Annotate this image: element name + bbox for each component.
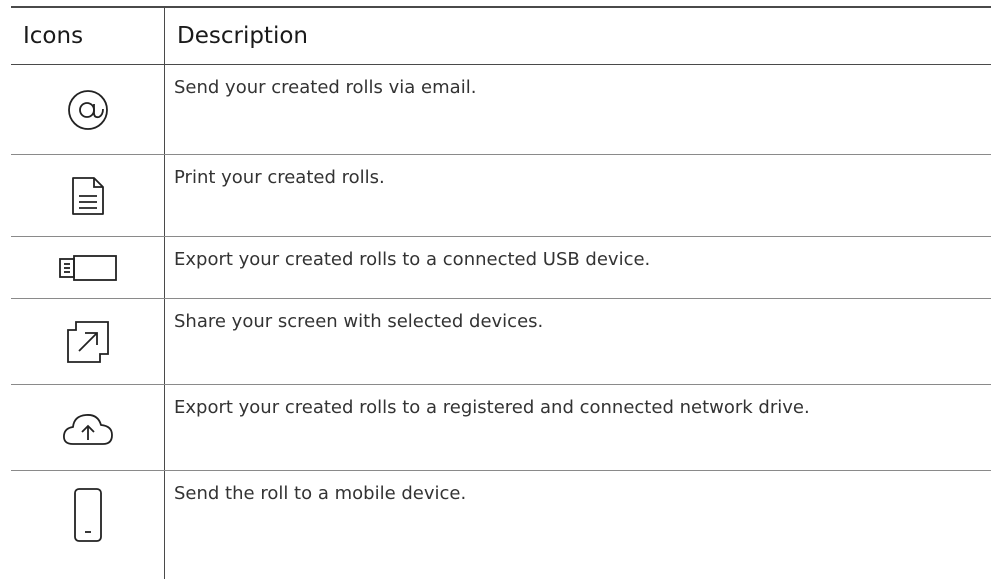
cloud-upload-icon — [62, 413, 113, 445]
screen-share-icon — [66, 320, 109, 363]
table-row: Export your created rolls to a registere… — [11, 384, 991, 471]
row-description: Send the roll to a mobile device. — [174, 483, 467, 504]
row-description: Send your created rolls via email. — [164, 64, 991, 155]
icons-table: Icons Description Send your created roll… — [11, 6, 991, 579]
table-row: Send the roll to a mobile device. — [11, 470, 991, 579]
row-description: Export your created rolls to a registere… — [164, 384, 991, 471]
print-document-icon — [71, 176, 104, 215]
table-header-row: Icons Description — [11, 6, 991, 65]
table-row: Send your created rolls via email. — [11, 64, 991, 155]
usb-device-icon — [58, 254, 117, 281]
row-description: Export your created rolls to a connected… — [164, 236, 991, 299]
header-description: Description — [164, 6, 991, 65]
header-icons: Icons — [11, 6, 165, 65]
email-at-icon — [67, 89, 108, 130]
table-row: Share your screen with selected devices. — [11, 298, 991, 385]
mobile-device-icon — [73, 488, 102, 542]
row-description: Share your screen with selected devices. — [164, 298, 991, 385]
row-description: Print your created rolls. — [164, 154, 991, 237]
table-row: Export your created rolls to a connected… — [11, 236, 991, 299]
table-row: Print your created rolls. — [11, 154, 991, 237]
